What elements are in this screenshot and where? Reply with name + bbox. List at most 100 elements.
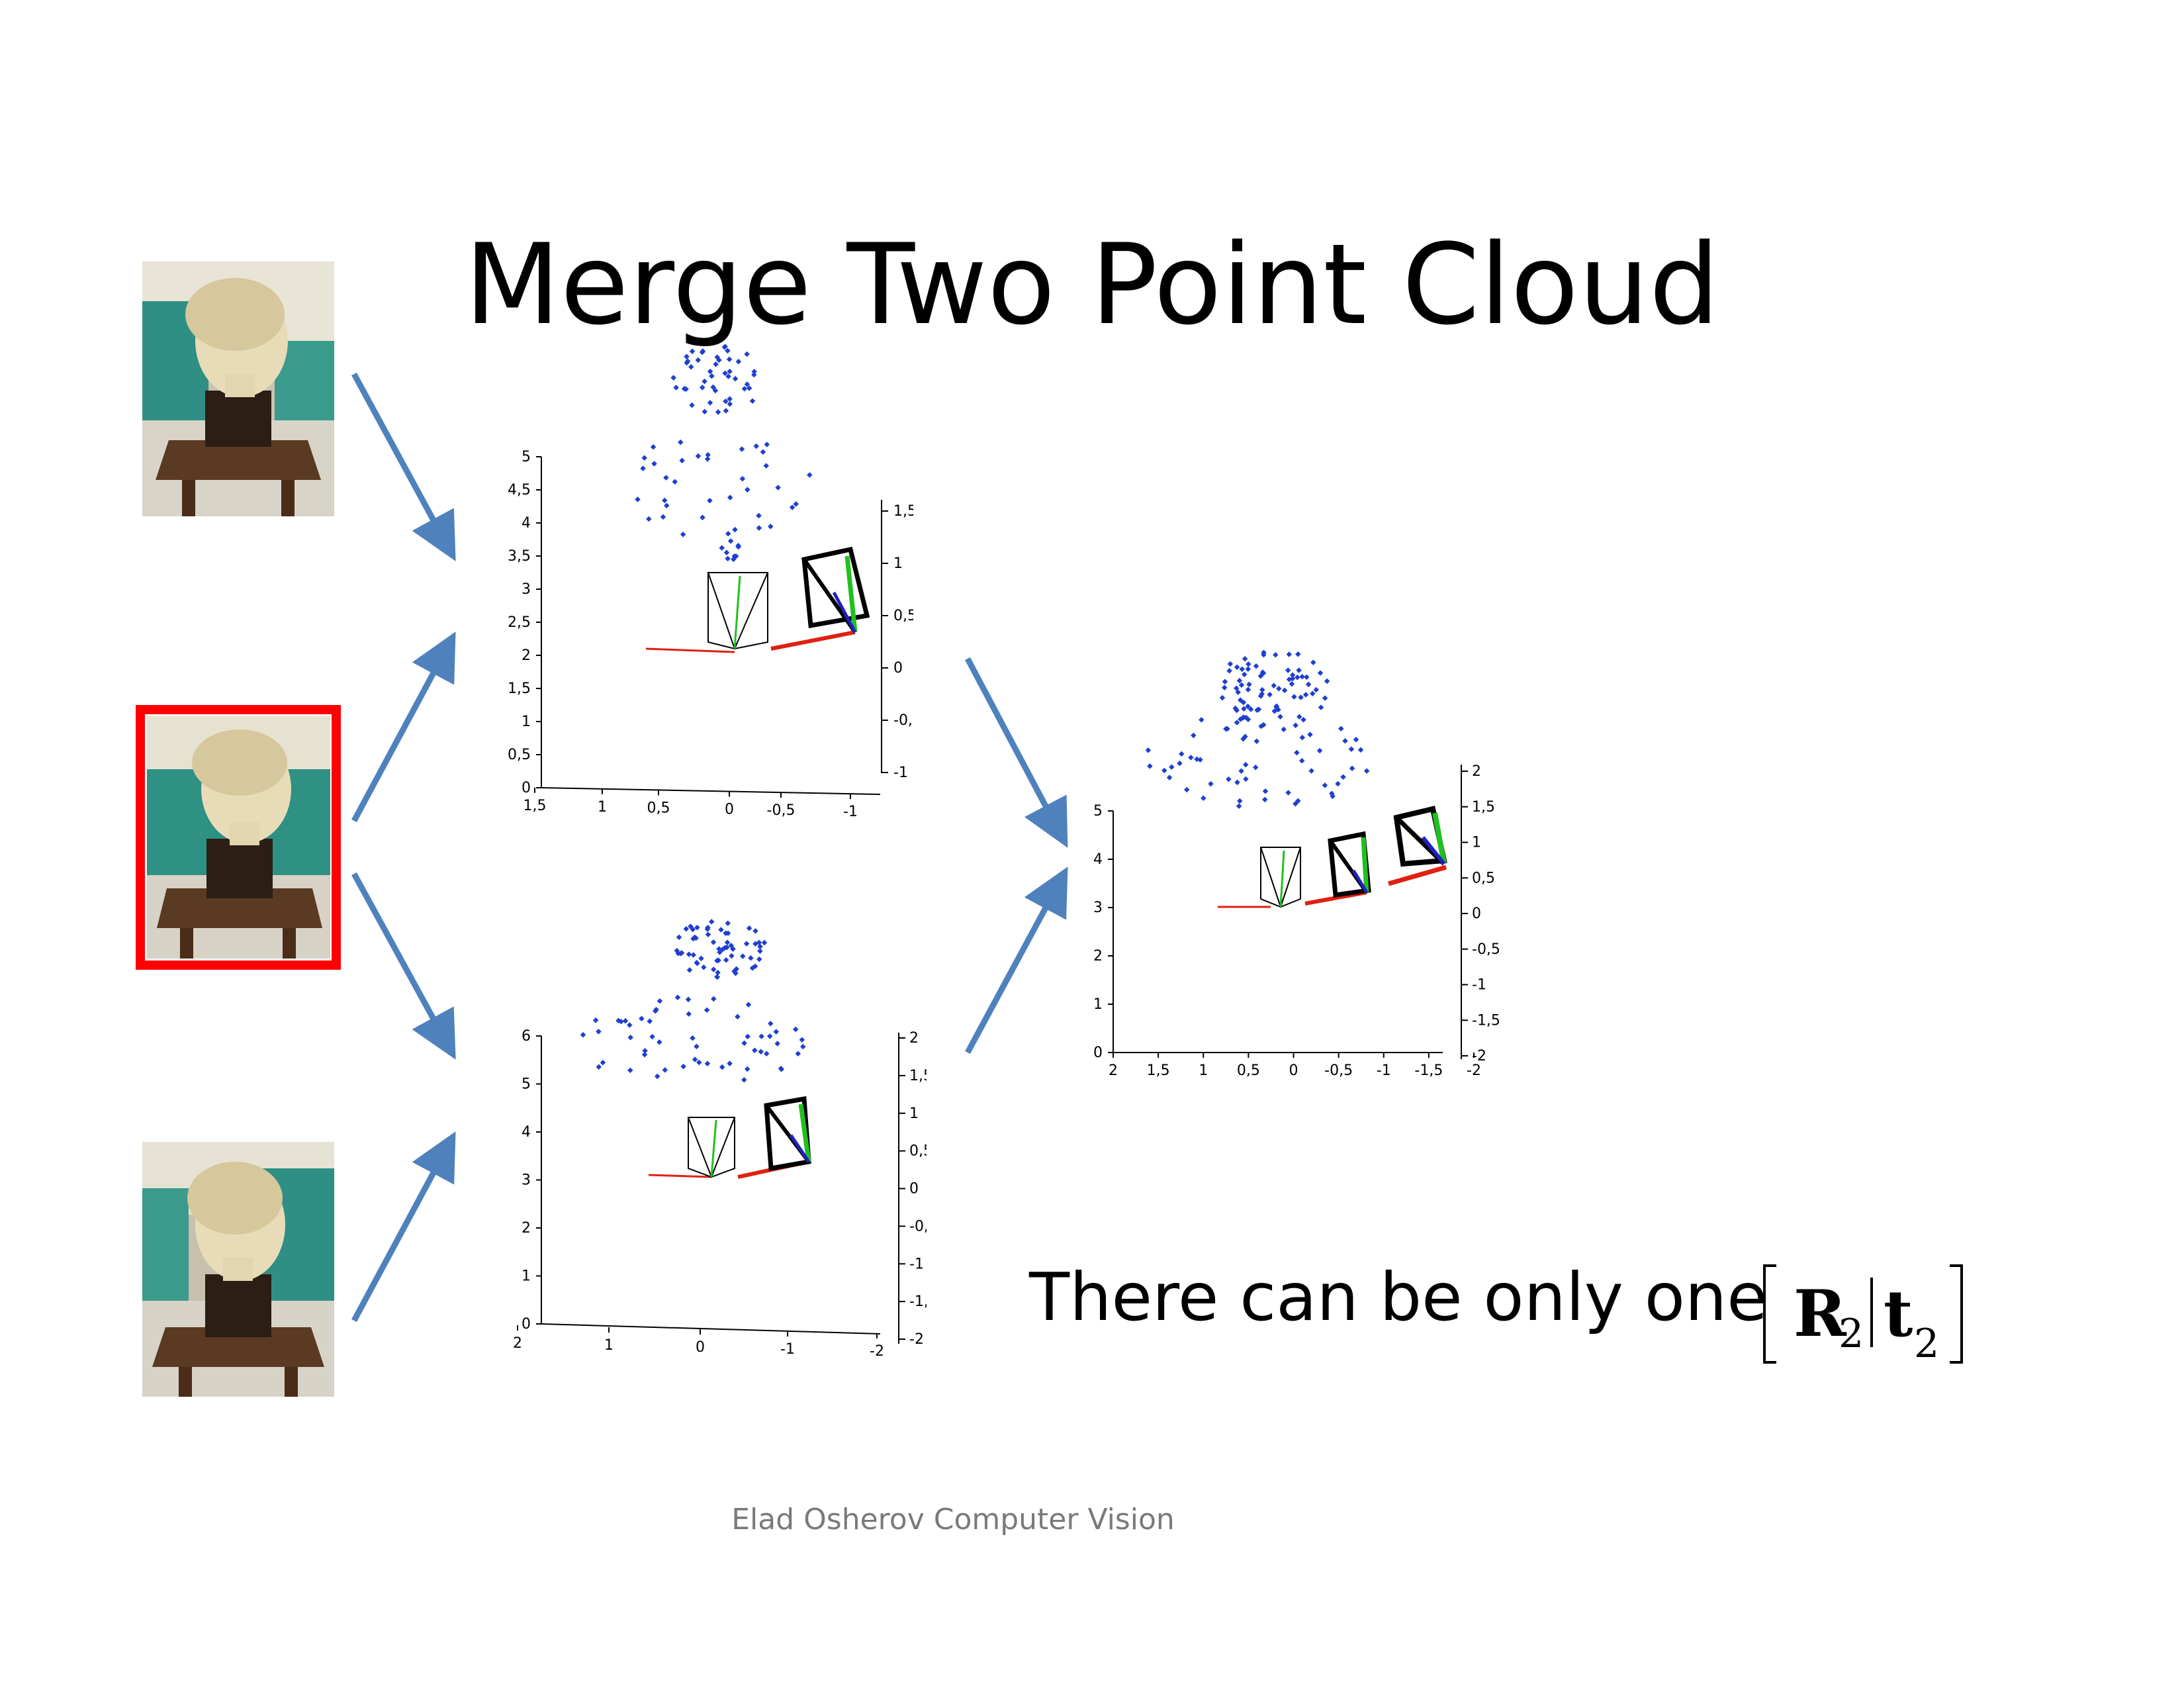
merged-plot-point (1305, 681, 1312, 688)
bottom-plot-point (766, 1033, 773, 1039)
arrow-photo-middle-to-plot-top (351, 632, 456, 823)
top-plot-point (672, 479, 678, 485)
arrow-plot-top-to-merged (965, 657, 1068, 848)
merged-plot-point (1289, 680, 1295, 687)
bottom-plot-point (694, 1043, 700, 1050)
top-plot-point (789, 504, 796, 510)
bottom-plot-point (710, 939, 717, 945)
arrow-plot-bottom-to-merged (965, 867, 1068, 1055)
merged-plot-point (1295, 651, 1301, 657)
bottom-plot-point (724, 939, 731, 945)
bottom-plot-y-tick-label: 1 (522, 1268, 531, 1285)
top-plot-y-tick-label: 3,5 (508, 548, 531, 565)
bottom-plot-point (792, 1026, 799, 1033)
top-plot-point (732, 375, 739, 382)
bottom-plot-point (758, 1049, 764, 1055)
bottom-plot-point (692, 1056, 698, 1062)
top-plot-point (713, 361, 719, 367)
top-plot-point (715, 409, 721, 415)
merged-plot-point (1340, 774, 1346, 780)
top-plot-point (775, 485, 781, 491)
merged-plot-point (1285, 667, 1291, 673)
bottom-plot-point (774, 1041, 780, 1047)
merged-plot-y-tick-label: 1 (1093, 996, 1103, 1013)
top-plot-point (661, 497, 668, 504)
bottom-plot-point (654, 1073, 660, 1080)
top-plot-x-tick-label: -1 (843, 804, 858, 820)
bottom-plot-point (596, 1064, 602, 1070)
merged-plot-point (1262, 788, 1269, 794)
merged-plot-axes (1113, 765, 1462, 1059)
merged-plot-point (1286, 651, 1293, 657)
bottom-plot-point (719, 1064, 725, 1070)
top-plot-point (727, 538, 734, 544)
formula-t-subscript: 2 (1914, 1321, 1939, 1367)
bottom-plot-point (727, 1060, 733, 1066)
top-plot-point (689, 402, 695, 408)
merged-plot-point (1208, 780, 1214, 787)
bottom-plot-point (647, 1018, 653, 1024)
bottom-plot-point (746, 925, 752, 931)
bottom-plot-point (627, 1022, 633, 1028)
bottom-plot-x-tick-label: 0 (696, 1339, 705, 1356)
bottom-plot-point (698, 955, 704, 962)
merged-plot-point (1296, 667, 1302, 673)
top-plot-y-tick-label: 2 (522, 647, 531, 664)
merged-plot-point (1285, 790, 1291, 796)
top-plot-point (684, 353, 690, 359)
merged-plot-point (1300, 716, 1306, 723)
merged-plot-point (1317, 670, 1324, 676)
bottom-plot-point (649, 1033, 655, 1040)
merged-plot-point (1243, 776, 1249, 782)
merged-plot-y-tick-label: 3 (1093, 900, 1103, 916)
top-plot-point (756, 512, 762, 519)
statue-photo-middle-image (147, 716, 330, 959)
merged-plot-point (1239, 666, 1245, 673)
merged-plot-z-tick-label: -0,5 (1472, 941, 1500, 958)
top-plot-z-tick-label: -1 (893, 765, 908, 781)
bottom-plot-point (686, 951, 692, 957)
arrow-photo-middle-to-plot-bottom (351, 872, 456, 1060)
merged-plot-x-tick-label: -0,5 (1324, 1062, 1353, 1079)
bottom-plot-point (662, 1067, 668, 1073)
rotation-translation-formula: R 2 t 2 (1763, 1264, 1963, 1367)
merged-plot-point (1363, 768, 1370, 774)
merged-plot-point (1299, 674, 1305, 680)
merged-plot-point (1295, 675, 1300, 680)
bottom-plot-z-tick-label: 1 (909, 1105, 919, 1122)
bottom-plot-z-tick-label: -1 (909, 1256, 924, 1272)
top-plot-point (764, 442, 770, 447)
point-cloud-plot-bottom: 6 5 4 3 2 1 0 2 1 0 -1 -2 2 1,5 1 0,5 0 -0,5 -1 -1,5 -2 (513, 919, 927, 1360)
bottom-plot-point (740, 953, 746, 959)
top-plot-point (670, 375, 676, 381)
bottom-plot-point (800, 1043, 806, 1050)
merged-plot-point (1238, 768, 1244, 774)
top-plot-point (688, 364, 694, 370)
merged-plot-z-tick-label: -1,5 (1472, 1012, 1500, 1029)
top-plot-point (732, 526, 738, 533)
formula-t: t (1884, 1276, 1913, 1351)
bottom-plot-point (696, 1059, 702, 1066)
formula-r-subscript: 2 (1839, 1311, 1864, 1357)
bottom-plot-x-tick-label: 1 (604, 1337, 614, 1354)
merged-plot-point (1271, 682, 1277, 688)
bottom-plot-point (718, 927, 724, 933)
bottom-plot-y-tick-label: 4 (522, 1124, 531, 1141)
bottom-plot-point (723, 957, 729, 963)
bottom-plot-point (680, 1063, 686, 1070)
bottom-plot-point (741, 1076, 747, 1083)
bottom-plot-point (773, 1029, 780, 1035)
merged-plot-point (1246, 661, 1251, 667)
bottom-plot-point (596, 1029, 602, 1035)
top-plot-y-tick-label: 1,5 (508, 680, 531, 697)
bottom-plot-point (725, 920, 731, 926)
bottom-plot-point (744, 1066, 751, 1072)
merged-plot-point (1201, 795, 1206, 802)
merged-plot-x-tick-label: 2 (1109, 1062, 1118, 1079)
merged-plot-point (1234, 664, 1240, 671)
bottom-plot-point (757, 943, 763, 950)
bottom-plot-x-tick-label: 2 (513, 1335, 522, 1352)
bottom-plot-y-tick-label: 5 (522, 1076, 531, 1093)
top-plot-point (646, 516, 652, 522)
top-plot-point (707, 400, 713, 406)
